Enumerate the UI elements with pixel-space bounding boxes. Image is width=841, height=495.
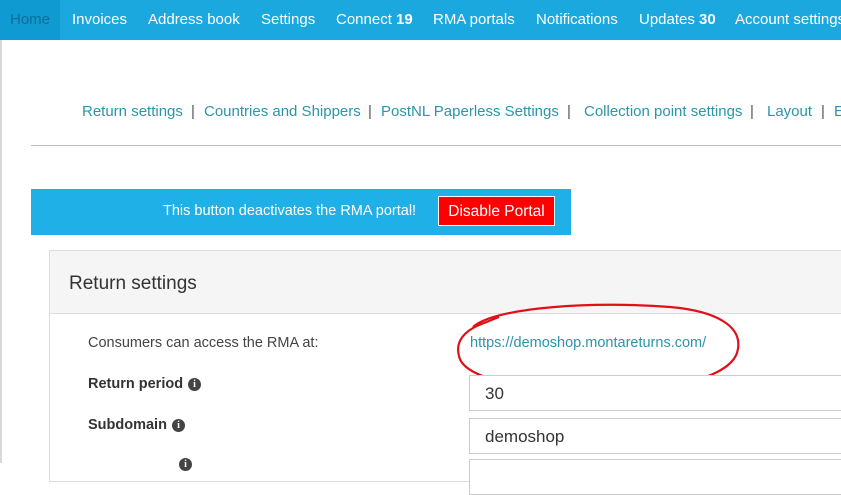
nav-updates[interactable]: Updates 30 [639, 0, 716, 40]
nav-connect-label: Connect [336, 11, 392, 28]
divider [31, 145, 841, 146]
nav-rma-portals-label: RMA portals [433, 11, 515, 28]
subdomain-label: Subdomain i [88, 417, 185, 433]
rma-access-label: Consumers can access the RMA at: [88, 335, 319, 351]
nav-notifications-label: Notifications [536, 11, 618, 28]
nav-address-book[interactable]: Address book [148, 0, 240, 40]
nav-account-settings-label: Account settings [735, 11, 841, 28]
nav-connect[interactable]: Connect 19 [336, 0, 413, 40]
subnav-separator: | [368, 103, 372, 120]
nav-connect-badge: 19 [396, 11, 413, 28]
subnav-countries-and-shippers[interactable]: Countries and Shippers [204, 103, 361, 120]
subnav-collection-point-settings[interactable]: Collection point settings [584, 103, 742, 120]
nav-invoices-label: Invoices [72, 11, 128, 28]
subnav-separator: | [750, 103, 754, 120]
nav-notifications[interactable]: Notifications [536, 0, 618, 40]
return-settings-panel: Return settings Consumers can access the… [49, 250, 841, 495]
info-icon[interactable]: i [171, 419, 185, 432]
return-period-label: Return period i [88, 376, 202, 392]
left-border [0, 40, 2, 463]
subnav-separator: | [821, 103, 825, 120]
subdomain-text: Subdomain [88, 417, 167, 433]
nav-account-settings[interactable]: Account settings [735, 0, 841, 40]
top-navigation: Home Invoices Address book Settings Conn… [0, 0, 841, 40]
subnav-separator: | [567, 103, 571, 120]
nav-invoices[interactable]: Invoices [72, 0, 127, 40]
disable-portal-banner: This button deactivates the RMA portal! … [31, 189, 571, 235]
info-icon[interactable]: i [188, 378, 202, 391]
info-icon[interactable]: i [179, 458, 192, 471]
subdomain-input[interactable]: demoshop [469, 418, 841, 454]
nav-updates-badge: 30 [699, 11, 716, 28]
subnav-return-settings[interactable]: Return settings [82, 103, 183, 120]
subnav-postnl-paperless-settings[interactable]: PostNL Paperless Settings [381, 103, 559, 120]
nav-settings[interactable]: Settings [261, 0, 315, 40]
nav-address-book-label: Address book [148, 11, 240, 28]
subnav-layout[interactable]: Layout [767, 103, 812, 120]
nav-updates-label: Updates [639, 11, 695, 28]
banner-text: This button deactivates the RMA portal! [163, 203, 417, 219]
return-period-input[interactable]: 30 [469, 375, 841, 411]
return-period-text: Return period [88, 376, 184, 392]
nav-rma-portals[interactable]: RMA portals [433, 0, 515, 40]
panel-title: Return settings [69, 273, 197, 294]
nav-home-label: Home [10, 11, 51, 28]
nav-settings-label: Settings [261, 11, 316, 28]
disable-portal-button[interactable]: Disable Portal [438, 196, 555, 226]
subnav-e[interactable]: E [834, 103, 841, 120]
nav-home[interactable]: Home [0, 0, 61, 40]
subnav-separator: | [191, 103, 195, 120]
next-field-input[interactable] [469, 459, 841, 495]
